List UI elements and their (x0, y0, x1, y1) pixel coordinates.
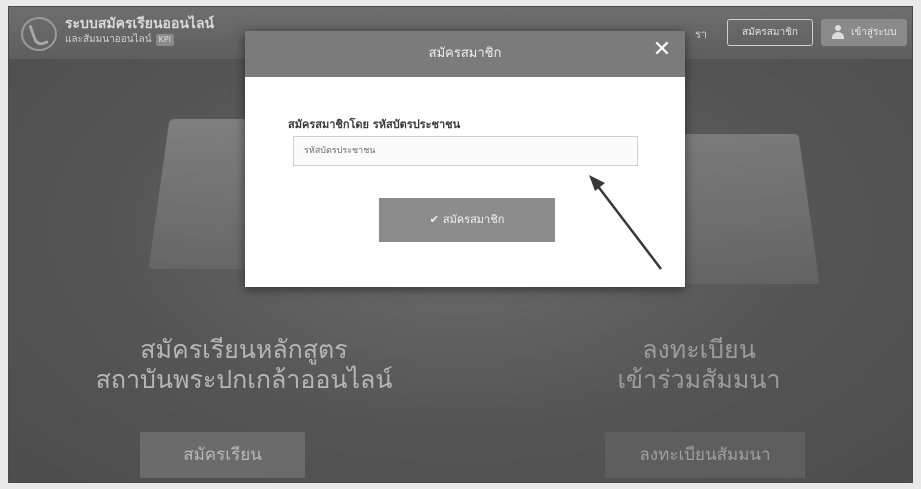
modal-title: สมัครสมาชิก (428, 46, 502, 61)
check-icon: ✔ (429, 213, 439, 226)
hero-right-heading: ลงทะเบียน เข้าร่วมสัมมนา (569, 335, 829, 395)
login-button-label: เข้าสู่ระบบ (851, 27, 897, 38)
id-card-field-label: สมัครสมาชิกโดย รหัสบัตรประชาชน (288, 118, 461, 131)
app-window: ระบบสมัครเรียนออนไลน์ และสัมมนาออนไลน์ KP… (8, 6, 913, 483)
seminar-register-button[interactable]: ลงทะเบียนสัมมนา (605, 432, 805, 478)
site-title[interactable]: ระบบสมัครเรียนออนไลน์ (65, 16, 214, 32)
hero-right-line-1: ลงทะเบียน (642, 335, 756, 364)
id-card-input[interactable] (293, 136, 638, 166)
register-modal: สมัครสมาชิก ✕ สมัครสมาชิกโดย รหัสบัตรประ… (245, 31, 685, 287)
enroll-button[interactable]: สมัครเรียน (140, 432, 305, 478)
hero-right-line-2: เข้าร่วมสัมมนา (617, 365, 781, 394)
hero-left-line-2: สถาบันพระปกเกล้าออนไลน์ (95, 365, 393, 394)
register-submit-label: สมัครสมาชิก (442, 213, 505, 226)
site-subtitle: และสัมมนาออนไลน์ KPI (65, 34, 174, 46)
site-tag-badge: KPI (155, 34, 174, 46)
hero-left-heading: สมัครเรียนหลักสูตร สถาบันพระปกเกล้าออนไล… (79, 335, 409, 395)
hero-left-line-1: สมัครเรียนหลักสูตร (140, 335, 348, 364)
register-button[interactable]: สมัครสมาชิก (727, 19, 813, 46)
logo-icon[interactable] (21, 17, 57, 51)
modal-header: สมัครสมาชิก ✕ (245, 31, 685, 77)
nav-link-partial[interactable]: รา (695, 25, 707, 43)
register-submit-button[interactable]: ✔ สมัครสมาชิก (379, 198, 555, 242)
close-icon[interactable]: ✕ (651, 39, 673, 61)
login-button[interactable]: เข้าสู่ระบบ (821, 19, 907, 46)
user-icon (831, 25, 845, 39)
site-subtitle-text: และสัมมนาออนไลน์ (65, 34, 152, 45)
